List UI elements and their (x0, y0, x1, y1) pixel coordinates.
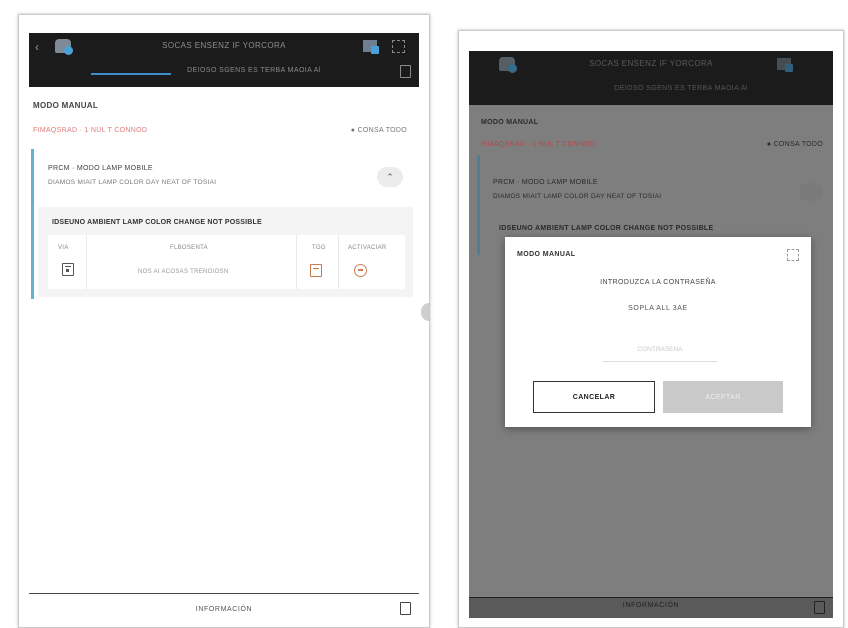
page-title: MODO MANUAL (481, 119, 539, 126)
dialog-title: MODO MANUAL (517, 251, 576, 258)
top-bar-subrow: DEIOSO SGENS ES TERBA MAOIA Al (29, 63, 419, 83)
main-screen: ‹ SOCAS ENSENZ IF YORCORA DEIOSO SGENS E… (18, 14, 430, 628)
expand-icon[interactable] (392, 40, 405, 53)
fault-title: IDSEUNO AMBIENT LAMP COLOR CHANGE NOT PO… (499, 225, 714, 232)
top-bar-subrow: DEIOSO SGENS ES TERBA MAOIA Al (469, 81, 833, 101)
card-edge (477, 155, 480, 255)
table-header-tgg: TGG (312, 245, 326, 251)
column-divider (338, 235, 339, 289)
top-bar-row: SOCAS ENSENZ IF YORCORA (469, 55, 833, 77)
table-cell-description: NOS AI ACOSAS TRENOIOSN (138, 269, 229, 275)
password-dialog: MODO MANUAL INTRODUZCA LA CONTRASEÑA SOP… (505, 237, 811, 427)
vehicle-subtitle: DEIOSO SGENS ES TERBA MAOIA Al (614, 85, 748, 92)
status-text: FIMAQSRAD · 1 NUL T CONNOD (33, 127, 148, 134)
cancel-button[interactable]: CANCELAR (533, 381, 655, 413)
side-panel-handle[interactable] (421, 303, 429, 321)
table-header-activate: ACTIVACIAR (348, 245, 387, 251)
column-divider (296, 235, 297, 289)
top-bar: SOCAS ENSENZ IF YORCORA DEIOSO SGENS ES … (469, 51, 833, 105)
dialog-code: SOPLA ALL 3AE (628, 305, 688, 312)
calendar-icon[interactable] (62, 263, 74, 276)
fault-title: IDSEUNO AMBIENT LAMP COLOR CHANGE NOT PO… (52, 219, 262, 226)
status-text: FIMAQSRAD · 1 NUL T CONNOD (481, 141, 596, 148)
window-title: SOCAS ENSENZ IF YORCORA (162, 41, 286, 50)
card-subtitle: DIAMOS MIAIT LAMP COLOR DAY NEAT OF TOSI… (493, 193, 662, 200)
info-tab: INFORMACIÓN (622, 602, 680, 609)
page-title: MODO MANUAL (33, 101, 99, 110)
document-icon[interactable] (400, 602, 411, 615)
document-icon[interactable] (400, 65, 411, 78)
top-bar-row: ‹ SOCAS ENSENZ IF YORCORA (29, 37, 419, 59)
card-title: PRCM · MODO LAMP MOBILE (48, 165, 153, 172)
card-title: PRCM · MODO LAMP MOBILE (493, 179, 598, 186)
document-icon (814, 601, 825, 614)
notes-icon[interactable] (310, 264, 322, 277)
table-header-description: FLBOSENTA (170, 245, 208, 251)
vehicle-icon[interactable] (363, 40, 379, 54)
info-tab[interactable]: INFORMACIÓN (29, 606, 419, 613)
connect-all-link: ● CONSA TODO (766, 141, 823, 148)
connect-all-link[interactable]: ● CONSA TODO (351, 127, 407, 134)
column-divider (86, 235, 87, 289)
bottom-bar: INFORMACIÓN (29, 593, 419, 624)
fullscreen-icon[interactable] (787, 249, 799, 261)
modal-screen: SOCAS ENSENZ IF YORCORA DEIOSO SGENS ES … (458, 30, 844, 628)
card-subtitle: DIAMOS MIAIT LAMP COLOR DAY NEAT OF TOSI… (48, 179, 217, 186)
password-input[interactable] (603, 337, 717, 362)
activate-icon[interactable] (354, 264, 367, 277)
fault-table: VIA FLBOSENTA TGG ACTIVACIAR NOS AI ACOS… (48, 235, 405, 289)
vehicle-icon (777, 58, 793, 72)
accept-button[interactable]: ACEPTAR (663, 381, 783, 413)
vehicle-subtitle[interactable]: DEIOSO SGENS ES TERBA MAOIA Al (29, 67, 419, 74)
collapse-button (799, 183, 823, 201)
dialog-prompt: INTRODUZCA LA CONTRASEÑA (600, 279, 716, 286)
bottom-bar: INFORMACIÓN (469, 597, 833, 618)
table-header-via: VIA (58, 245, 69, 251)
procedure-card: PRCM · MODO LAMP MOBILE DIAMOS MIAIT LAM… (31, 149, 413, 299)
fault-panel: IDSEUNO AMBIENT LAMP COLOR CHANGE NOT PO… (38, 207, 413, 297)
top-bar: ‹ SOCAS ENSENZ IF YORCORA DEIOSO SGENS E… (29, 33, 419, 87)
collapse-button[interactable]: ⌃ (377, 167, 403, 187)
